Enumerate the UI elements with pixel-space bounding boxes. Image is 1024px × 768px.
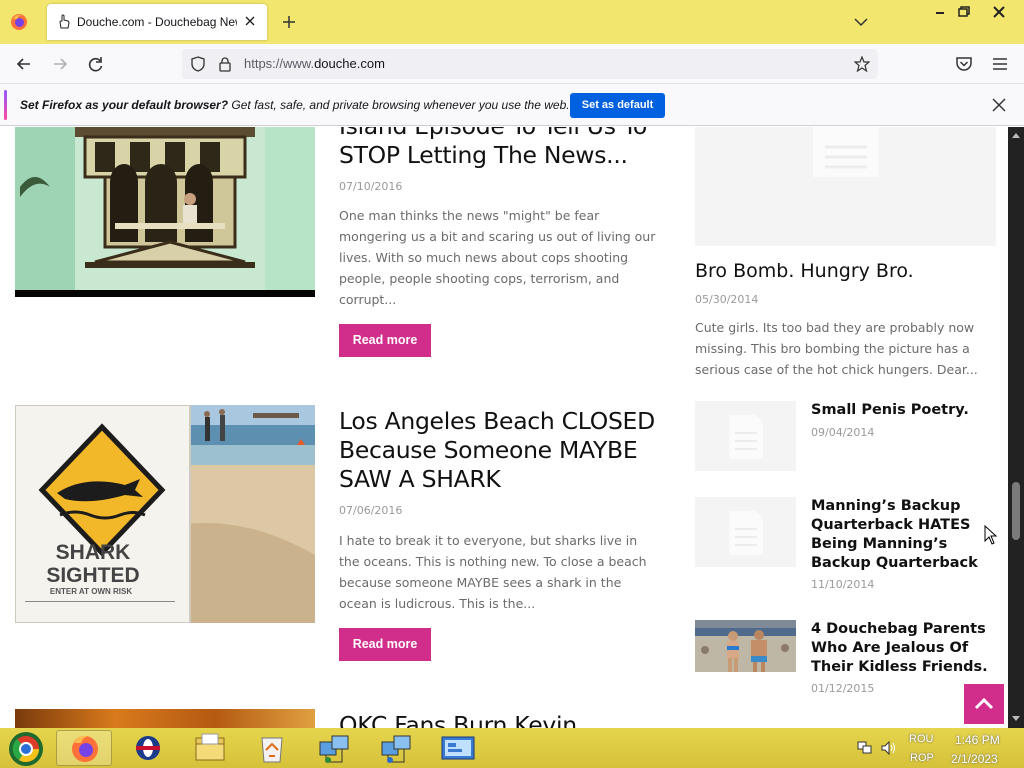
active-tab[interactable]: Douche.com - Douchebag News, U	[47, 4, 267, 40]
post-date: 07/06/2016	[339, 504, 403, 517]
set-as-default-button[interactable]: Set as default	[570, 93, 665, 118]
forward-arrow-icon[interactable]	[50, 54, 70, 74]
clock-date[interactable]: 2/1/2023	[951, 752, 998, 766]
network-computer-icon	[319, 735, 349, 763]
featured-date: 05/30/2014	[695, 293, 759, 306]
post-excerpt: I hate to break it to everyone, but shar…	[339, 533, 647, 611]
chevron-up-icon	[974, 697, 994, 710]
sidebar-thumb-placeholder[interactable]	[695, 497, 796, 567]
taskbar-firefox[interactable]	[56, 730, 112, 766]
close-window-icon[interactable]	[985, 2, 1013, 22]
taskbar-recycle-app[interactable]	[244, 730, 300, 766]
page-scrollbar[interactable]	[1008, 127, 1024, 728]
tab-bar: Douche.com - Douchebag News, U	[0, 0, 1024, 44]
windows-taskbar: ROU ROP 1:46 PM 2/1/2023	[0, 728, 1024, 768]
start-button[interactable]	[0, 730, 54, 766]
remote-desktop-icon	[381, 735, 411, 763]
read-more-button[interactable]: Read more	[339, 628, 431, 661]
sidebar-post-title[interactable]: Small Penis Poetry.	[811, 401, 996, 420]
bookmark-star-icon[interactable]	[854, 56, 870, 72]
post-excerpt: One man thinks the news "might" be fear …	[339, 208, 656, 307]
notification-message: Set Firefox as your default browser? Get…	[20, 98, 570, 112]
address-bar[interactable]: https://www.douche.com	[182, 49, 878, 79]
new-tab-icon[interactable]	[280, 13, 298, 31]
sidebar-post-date: 01/12/2015	[811, 682, 875, 695]
opera-icon	[136, 736, 160, 760]
back-arrow-icon[interactable]	[14, 54, 34, 74]
firefox-icon	[72, 735, 98, 762]
pocket-icon[interactable]	[954, 54, 974, 74]
post-title[interactable]: Island Episode To Tell Us To STOP Lettin…	[339, 127, 659, 170]
scroll-down-icon[interactable]	[1011, 715, 1021, 723]
firefox-menu-icon[interactable]	[10, 13, 28, 31]
sidebar-post-date: 11/10/2014	[811, 578, 875, 591]
scrollbar-thumb[interactable]	[1012, 482, 1020, 540]
shield-icon[interactable]	[190, 56, 206, 72]
taskbar-opera[interactable]	[120, 730, 176, 766]
post-date: 07/10/2016	[339, 180, 403, 193]
network-tray-icon[interactable]	[857, 740, 873, 756]
sidebar-thumb-beach-couple[interactable]	[695, 620, 796, 672]
post-title[interactable]: OKC Fans Burn Kevin	[339, 711, 659, 728]
control-panel-icon	[441, 736, 475, 760]
post-image-shark-sign[interactable]: SHARK SIGHTED ENTER AT OWN RISK	[15, 405, 315, 623]
sign-text-risk: ENTER AT OWN RISK	[50, 587, 132, 596]
chevron-down-icon[interactable]	[853, 15, 869, 29]
lock-icon[interactable]	[217, 56, 233, 72]
mouse-cursor-icon	[984, 525, 998, 545]
taskbar-file-explorer[interactable]	[182, 730, 238, 766]
volume-icon[interactable]	[880, 740, 898, 756]
featured-title[interactable]: Bro Bomb. Hungry Bro.	[695, 260, 914, 282]
sidebar-post-title[interactable]: Manning’s Backup Quarterback HATES Being…	[811, 497, 996, 573]
default-browser-notification: Set Firefox as your default browser? Get…	[0, 84, 1024, 126]
post-title[interactable]: Los Angeles Beach CLOSED Because Someone…	[339, 407, 659, 494]
close-tab-icon[interactable]	[242, 13, 258, 29]
clock-time[interactable]: 1:46 PM	[955, 733, 1000, 747]
sidebar-post-title[interactable]: 4 Douchebag Parents Who Are Jealous Of T…	[811, 620, 996, 677]
url-text: https://www.douche.com	[244, 56, 385, 71]
language-indicator-bottom[interactable]: ROP	[910, 752, 934, 764]
taskbar-network-app[interactable]	[306, 730, 362, 766]
back-to-top-button[interactable]	[964, 684, 1004, 724]
post-image-okc-fans[interactable]	[15, 709, 315, 728]
hamburger-menu-icon[interactable]	[990, 54, 1010, 74]
featured-image-placeholder[interactable]	[695, 127, 996, 246]
tab-title: Douche.com - Douchebag News, U	[77, 15, 237, 29]
sign-text-shark: SHARK	[56, 541, 131, 564]
taskbar-control-panel[interactable]	[430, 730, 486, 766]
read-more-button[interactable]: Read more	[339, 324, 431, 357]
close-notification-icon[interactable]	[990, 96, 1008, 114]
folder-icon	[195, 733, 225, 761]
page-content: Island Episode To Tell Us To STOP Lettin…	[0, 127, 1008, 728]
navigation-toolbar: https://www.douche.com	[0, 44, 1024, 84]
restore-icon[interactable]	[950, 2, 978, 22]
recycle-bin-icon	[261, 737, 283, 763]
sign-text-sighted: SIGHTED	[46, 564, 139, 587]
reload-icon[interactable]	[86, 54, 106, 74]
language-indicator-top[interactable]: ROU	[909, 733, 933, 745]
sidebar-thumb-placeholder[interactable]	[695, 401, 796, 471]
scroll-up-icon[interactable]	[1011, 131, 1021, 139]
sidebar-post-date: 09/04/2014	[811, 426, 875, 439]
notification-accent-stripe	[4, 90, 7, 120]
taskbar-remote-app[interactable]	[368, 730, 424, 766]
featured-excerpt: Cute girls. Its too bad they are probabl…	[695, 320, 978, 377]
post-image-lifeguard-tower[interactable]	[15, 127, 315, 297]
hand-cursor-icon	[59, 14, 70, 29]
